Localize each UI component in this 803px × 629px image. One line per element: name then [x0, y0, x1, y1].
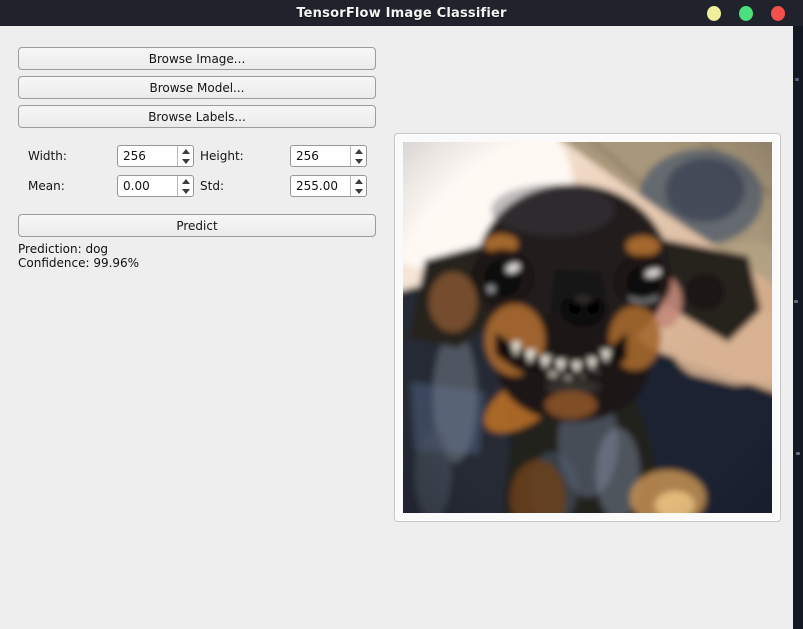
desktop-background-strip [793, 0, 803, 629]
window-controls [707, 0, 785, 26]
std-input[interactable] [291, 176, 350, 196]
confidence-text: Confidence: 99.96% [18, 256, 140, 270]
desktop-artifact [796, 452, 800, 455]
spin-up-icon [354, 178, 363, 184]
spin-up-icon [181, 148, 190, 154]
predict-button[interactable]: Predict [18, 214, 376, 237]
width-input[interactable] [118, 146, 177, 166]
window-title: TensorFlow Image Classifier [296, 5, 507, 21]
spin-down-icon [181, 188, 190, 194]
width-label: Width: [28, 149, 67, 163]
minimize-button[interactable] [707, 5, 721, 21]
mean-label: Mean: [28, 179, 65, 193]
width-spinbox [117, 145, 194, 167]
spin-down-icon [354, 158, 363, 164]
desktop-artifact [794, 300, 798, 303]
height-spin-arrows [350, 146, 366, 166]
width-spin-down-button[interactable] [178, 156, 193, 166]
std-label: Std: [200, 179, 224, 193]
mean-spinbox [117, 175, 194, 197]
spin-up-icon [181, 178, 190, 184]
std-spin-up-button[interactable] [351, 176, 366, 186]
image-frame [394, 133, 781, 522]
spin-down-icon [354, 188, 363, 194]
mean-spin-down-button[interactable] [178, 186, 193, 196]
app-window: { "window": { "title": "TensorFlow Image… [0, 0, 803, 629]
height-spinbox [290, 145, 367, 167]
height-input[interactable] [291, 146, 350, 166]
spin-down-icon [181, 158, 190, 164]
std-spin-down-button[interactable] [351, 186, 366, 196]
mean-input[interactable] [118, 176, 177, 196]
width-spin-up-button[interactable] [178, 146, 193, 156]
height-spin-up-button[interactable] [351, 146, 366, 156]
mean-spin-up-button[interactable] [178, 176, 193, 186]
browse-model-button[interactable]: Browse Model... [18, 76, 376, 99]
height-label: Height: [200, 149, 244, 163]
mean-spin-arrows [177, 176, 193, 196]
classified-image [403, 142, 772, 513]
spin-up-icon [354, 148, 363, 154]
std-spin-arrows [350, 176, 366, 196]
height-spin-down-button[interactable] [351, 156, 366, 166]
titlebar: TensorFlow Image Classifier [0, 0, 803, 26]
browse-image-button[interactable]: Browse Image... [18, 47, 376, 70]
width-spin-arrows [177, 146, 193, 166]
maximize-button[interactable] [739, 5, 753, 21]
prediction-text: Prediction: dog [18, 242, 109, 256]
close-button[interactable] [771, 5, 785, 21]
std-spinbox [290, 175, 367, 197]
desktop-artifact [795, 78, 799, 81]
browse-labels-button[interactable]: Browse Labels... [18, 105, 376, 128]
